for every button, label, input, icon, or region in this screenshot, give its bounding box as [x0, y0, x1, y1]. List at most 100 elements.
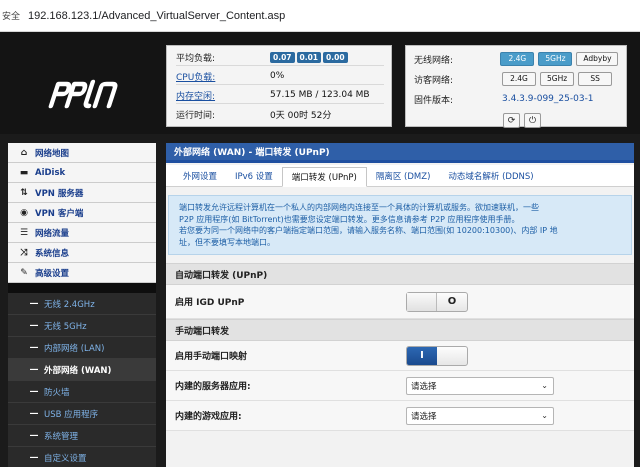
cpu-link[interactable]: CPU负载:: [176, 70, 270, 83]
sidebar-item-aidisk[interactable]: ▬ AiDisk: [8, 163, 156, 183]
sidebar-sub-wireless-24[interactable]: — 无线 2.4GHz: [8, 293, 156, 315]
sidebar: ⌂ 网络地图 ▬ AiDisk ⇅ VPN 服务器 ◉ VPN 客户端 ☰ 网络…: [8, 143, 156, 467]
manual-label: 启用手动端口映射: [175, 352, 248, 362]
wireless-24g-button[interactable]: 2.4G: [500, 52, 535, 66]
tab-ipv6[interactable]: IPv6 设置: [226, 166, 282, 186]
adbyby-button[interactable]: Adbyby: [576, 52, 618, 66]
sidebar-item-vpn-server[interactable]: ⇅ VPN 服务器: [8, 183, 156, 203]
upnp-label: 启用 IGD UPnP: [175, 298, 245, 308]
toggle-knob: [407, 292, 438, 311]
chevron-down-icon: ⌄: [541, 380, 548, 390]
firmware-label: 固件版本:: [414, 95, 454, 106]
power-button[interactable]: ⏻: [524, 113, 541, 128]
tab-bar: 外网设置 IPv6 设置 端口转发 (UPnP) 隔离区 (DMZ) 动态域名解…: [166, 165, 634, 187]
sidebar-item-label: AiDisk: [35, 167, 66, 178]
select-value: 请选择: [411, 411, 437, 422]
dash-icon: —: [29, 342, 39, 353]
wireless-label: 无线网络:: [414, 55, 454, 66]
brand-logo: [46, 72, 126, 112]
sidebar-sub-admin[interactable]: — 系统管理: [8, 425, 156, 447]
sidebar-item-label: 网络流量: [35, 228, 70, 239]
sidebar-item-advanced[interactable]: ✎ 高级设置: [8, 263, 156, 283]
status-row-memory: 内存空闲: 57.15 MB / 123.04 MB: [176, 87, 384, 104]
firmware-link[interactable]: 3.4.3.9-099_25-03-1: [502, 94, 594, 104]
sidebar-item-label: VPN 服务器: [35, 188, 84, 199]
status-row-uptime: 运行时间: 0天 00时 52分: [176, 106, 384, 123]
sidebar-sub-wan[interactable]: — 外部网络 (WAN): [8, 359, 156, 381]
sidebar-sub-custom[interactable]: — 自定义设置: [8, 447, 156, 467]
browser-address-bar[interactable]: 安全 192.168.123.1/Advanced_VirtualServer_…: [0, 0, 640, 32]
power-icon: ⏻: [528, 115, 537, 126]
tab-wan-settings[interactable]: 外网设置: [174, 166, 226, 186]
refresh-button[interactable]: ⟳: [503, 113, 520, 128]
ss-button[interactable]: SS: [578, 72, 613, 86]
manual-row: 启用手动端口映射 I: [166, 341, 634, 371]
upnp-row: 启用 IGD UPnP O: [166, 285, 634, 319]
info-box: 端口转发允许远程计算机在一个私人的内部网络内连接至一个具体的计算机或服务。欲加速…: [168, 195, 632, 255]
wireless-row: 无线网络: 2.4G 5GHz Adbyby: [414, 50, 622, 68]
tab-ddns[interactable]: 动态域名解析 (DDNS): [439, 166, 542, 186]
server-app-select[interactable]: 请选择 ⌄: [406, 376, 554, 395]
sidebar-item-traffic[interactable]: ☰ 网络流量: [8, 223, 156, 243]
server-app-row: 内建的服务器应用: 请选择 ⌄: [166, 371, 634, 401]
uptime-label: 运行时间:: [176, 111, 216, 121]
memory-value: 57.15 MB / 123.04 MB: [270, 90, 370, 100]
url-text[interactable]: 192.168.123.1/Advanced_VirtualServer_Con…: [28, 10, 285, 22]
cpu-value: 0%: [270, 71, 285, 81]
game-app-label: 内建的游戏应用:: [175, 412, 242, 422]
sidebar-sub-wireless-5[interactable]: — 无线 5GHz: [8, 315, 156, 337]
dash-icon: —: [29, 364, 39, 375]
toggle-on-text: I: [407, 346, 437, 365]
main-content: 外部网络 (WAN) - 端口转发 (UPnP) 外网设置 IPv6 设置 端口…: [166, 143, 634, 467]
server-app-label: 内建的服务器应用:: [175, 382, 251, 392]
sidebar-sub-lan[interactable]: — 内部网络 (LAN): [8, 337, 156, 359]
guest-label: 访客网络:: [414, 75, 454, 86]
wrench-icon: ✎: [20, 267, 28, 278]
dash-icon: —: [29, 320, 39, 331]
sidebar-sub-usb[interactable]: — USB 应用程序: [8, 403, 156, 425]
sidebar-item-system-info[interactable]: ⤨ 系统信息: [8, 243, 156, 263]
dash-icon: —: [29, 408, 39, 419]
sidebar-sub-label: USB 应用程序: [44, 409, 99, 420]
globe-icon: ◉: [20, 207, 28, 218]
dash-icon: —: [29, 452, 39, 463]
game-app-select[interactable]: 请选择 ⌄: [406, 406, 554, 425]
security-label: 安全: [2, 12, 21, 22]
upnp-toggle[interactable]: O: [406, 291, 468, 312]
info-line: 端口转发允许远程计算机在一个私人的内部网络内连接至一个具体的计算机或服务。欲加速…: [179, 203, 539, 212]
toggle-off-text: O: [447, 296, 457, 307]
guest-row: 访客网络: 2.4G 5GHz SS: [414, 70, 622, 88]
sidebar-item-network-map[interactable]: ⌂ 网络地图: [8, 143, 156, 163]
info-line: 址，但不要填写本地端口。: [179, 237, 275, 247]
shuffle-icon: ⤨: [20, 247, 28, 258]
load-badge: 0.00: [323, 51, 348, 63]
sidebar-sub-firewall[interactable]: — 防火墙: [8, 381, 156, 403]
manual-toggle[interactable]: I: [406, 345, 468, 366]
select-value: 请选择: [411, 381, 437, 392]
chevron-down-icon: ⌄: [541, 410, 548, 420]
guest-24g-button[interactable]: 2.4G: [502, 72, 536, 86]
sidebar-sub-label: 内部网络 (LAN): [44, 343, 105, 354]
load-badges: 0.07 0.01 0.00: [270, 51, 350, 63]
tab-port-forward[interactable]: 端口转发 (UPnP): [281, 167, 367, 187]
swap-icon: ⇅: [20, 187, 28, 198]
logo-graphic: [48, 79, 118, 109]
load-badge: 0.07: [270, 51, 295, 63]
home-icon: ⌂: [20, 147, 28, 158]
sidebar-sub-label: 自定义设置: [44, 453, 87, 464]
guest-5g-button[interactable]: 5GHz: [540, 72, 575, 86]
sidebar-item-label: VPN 客户端: [35, 208, 84, 219]
tab-dmz[interactable]: 隔离区 (DMZ): [367, 166, 440, 186]
dash-icon: —: [29, 386, 39, 397]
memory-link[interactable]: 内存空闲:: [176, 89, 270, 102]
wireless-5g-button[interactable]: 5GHz: [538, 52, 573, 66]
sidebar-sub-label: 系统管理: [44, 431, 79, 442]
info-line: P2P 应用程序(如 BitTorrent)也需要您设定端口转发。更多信息请参考…: [179, 214, 520, 224]
game-app-row: 内建的游戏应用: 请选择 ⌄: [166, 401, 634, 431]
sidebar-sub-label: 防火墙: [44, 387, 70, 398]
sidebar-sub-label: 外部网络 (WAN): [44, 365, 112, 376]
sidebar-item-label: 网络地图: [35, 148, 70, 159]
refresh-icon: ⟳: [507, 115, 516, 126]
sidebar-item-vpn-client[interactable]: ◉ VPN 客户端: [8, 203, 156, 223]
firmware-row: 固件版本: 3.4.3.9-099_25-03-1: [414, 90, 622, 108]
